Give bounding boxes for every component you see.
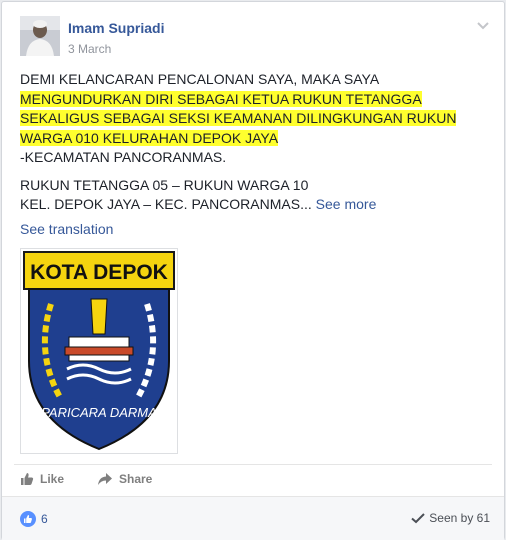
thumbs-up-icon <box>21 473 34 485</box>
emblem-motto: PARICARA DARMA <box>41 405 157 420</box>
post-image[interactable]: KOTA DEPOK PARICARA DARMA <box>20 248 178 454</box>
post-date[interactable]: 3 March <box>68 42 111 56</box>
post-line: -KECAMATAN PANCORANMAS. <box>20 149 227 165</box>
post-card: Imam Supriadi 3 March DEMI KELANCARAN PE… <box>1 1 505 540</box>
post-footer: 6 Seen by 61 <box>2 496 504 540</box>
share-button[interactable]: Share <box>97 472 152 486</box>
post-text: DEMI KELANCARAN PENCALONAN SAYA, MAKA SA… <box>20 70 490 215</box>
kota-depok-emblem: KOTA DEPOK PARICARA DARMA <box>23 251 175 451</box>
checkmark-icon <box>411 513 425 524</box>
see-translation-link[interactable]: See translation <box>20 221 113 237</box>
post-line-highlighted: MENGUNDURKAN DIRI SEBAGAI KETUA RUKUN TE… <box>20 90 422 107</box>
post-line: DEMI KELANCARAN PENCALONAN SAYA, MAKA SA… <box>20 71 380 87</box>
post-line: RUKUN TETANGGA 05 – RUKUN WARGA 10 <box>20 176 309 193</box>
divider <box>14 464 492 465</box>
emblem-title: KOTA DEPOK <box>30 261 168 284</box>
seen-by-label: Seen by 61 <box>429 511 490 525</box>
share-label: Share <box>119 472 153 486</box>
share-arrow-icon <box>98 473 112 485</box>
like-button[interactable]: Like <box>20 472 64 486</box>
author-name[interactable]: Imam Supriadi <box>68 20 164 36</box>
see-more-link[interactable]: See more <box>316 196 377 212</box>
like-label: Like <box>40 472 65 486</box>
like-reaction-icon <box>20 511 36 527</box>
post-line: KEL. DEPOK JAYA – KEC. PANCORANMAS... <box>20 196 312 212</box>
seen-by[interactable]: Seen by 61 <box>411 511 490 525</box>
post-line-highlighted: SEKALIGUS SEBAGAI SEKSI KEAMANAN DILINGK… <box>20 110 457 126</box>
avatar-photo <box>20 16 60 56</box>
like-count: 6 <box>41 512 48 526</box>
author-avatar[interactable] <box>20 16 60 56</box>
reaction-summary[interactable]: 6 <box>20 511 48 527</box>
chevron-down-icon[interactable] <box>476 18 490 32</box>
post-line-highlighted: WARGA 010 KELURAHAN DEPOK JAYA <box>20 129 279 146</box>
